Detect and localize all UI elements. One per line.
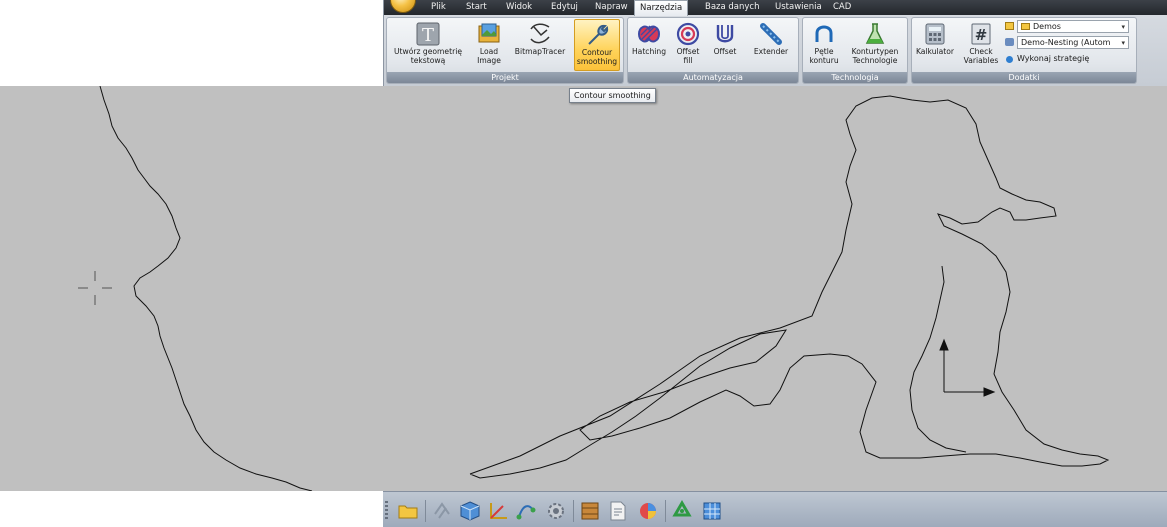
silhouette-contour (469, 95, 1110, 479)
tab-napraw[interactable]: Napraw (595, 0, 628, 15)
folder-dropdown[interactable]: Demos ▾ (1005, 20, 1129, 33)
run-strategy-button[interactable]: Wykonaj strategię (1005, 53, 1129, 66)
group-automatyzacja: Hatching Offset fill Offset Extender Aut… (627, 17, 799, 84)
tab-start[interactable]: Start (466, 0, 487, 15)
menu-bar: Plik Start Widok Edytuj Napraw Narzędzia… (384, 0, 1167, 16)
group-projekt: T Utwórz geometrię tekstową Load Image B… (386, 17, 624, 84)
drawing-canvas[interactable] (0, 86, 1167, 491)
offset-fill-button[interactable]: Offset fill (672, 19, 704, 71)
bitmap-tracer-button[interactable]: BitmapTracer (512, 19, 568, 71)
document-icon[interactable] (607, 500, 629, 522)
button-label: Load Image (477, 47, 501, 65)
folder-dropdown-value: Demos (1033, 22, 1061, 31)
svg-text:T: T (422, 25, 434, 46)
offset-fill-icon (676, 22, 700, 46)
group-dodatki: Kalkulator # Check Variables Demos ▾ Dem… (911, 17, 1137, 84)
button-label: BitmapTracer (514, 47, 566, 56)
film-icon[interactable] (579, 500, 601, 522)
button-label: Hatching (631, 47, 667, 56)
toolbar-grip[interactable] (385, 501, 388, 521)
run-strategy-label: Wykonaj strategię (1017, 54, 1090, 63)
axes-indicator (939, 338, 996, 397)
svg-text:#: # (975, 26, 988, 44)
chevron-down-icon: ▾ (1121, 23, 1125, 31)
hatching-button[interactable]: Hatching (631, 19, 667, 71)
run-icon (1006, 56, 1013, 63)
folder-icon (1005, 22, 1014, 30)
group-technologia: Pętle konturu Konturtypen Technologie Te… (802, 17, 908, 84)
folder-icon[interactable] (397, 500, 419, 522)
button-label: Utwórz geometrię tekstową (393, 47, 462, 65)
gear-icon[interactable] (545, 500, 567, 522)
create-text-geometry-button[interactable]: T Utwórz geometrię tekstową (390, 19, 466, 71)
tab-ustawienia[interactable]: Ustawienia (775, 0, 822, 15)
tab-baza-danych[interactable]: Baza danych (705, 0, 760, 15)
crosshair-cursor (78, 271, 112, 305)
extender-button[interactable]: Extender (748, 19, 794, 71)
tab-edytuj[interactable]: Edytuj (551, 0, 578, 15)
contour-loop-icon (815, 25, 833, 42)
toolbar-separator (665, 500, 666, 522)
button-label: Kalkulator (915, 47, 955, 56)
ribbon: Plik Start Widok Edytuj Napraw Narzędzia… (383, 0, 1167, 86)
group-label: Automatyzacja (628, 72, 798, 83)
cube-icon[interactable] (459, 500, 481, 522)
tab-cad[interactable]: CAD (833, 0, 851, 15)
button-label: Konturtypen Technologie (851, 47, 899, 65)
recycle-icon[interactable] (671, 500, 693, 522)
button-label: Offset fill (676, 47, 700, 65)
flask-icon (865, 23, 885, 44)
contour-type-technology-button[interactable]: Konturtypen Technologie (845, 19, 905, 71)
strategy-icon (1005, 38, 1014, 46)
offset-icon (716, 25, 734, 43)
arm-contour (909, 265, 967, 453)
button-label: Extender (753, 47, 789, 56)
strategy-dropdown[interactable]: Demo-Nesting (Autom ▾ (1005, 36, 1129, 49)
contour-loops-button[interactable]: Pętle konturu (805, 19, 843, 71)
profile-contour (99, 86, 313, 491)
hatching-icon (637, 25, 661, 43)
bottom-toolbar (383, 491, 1167, 527)
calculator-icon (925, 23, 945, 45)
tab-narzedzia[interactable]: Narzędzia (634, 0, 689, 16)
tooltip: Contour smoothing (569, 88, 656, 103)
wrench-icon (588, 24, 609, 45)
chevron-down-icon: ▾ (1121, 39, 1125, 47)
calculator-button[interactable]: Kalkulator (914, 19, 956, 71)
extender-icon (760, 23, 782, 45)
contour-drawing (78, 86, 1110, 491)
tab-plik[interactable]: Plik (431, 0, 446, 15)
grid-icon[interactable] (701, 500, 723, 522)
group-label: Dodatki (912, 72, 1136, 83)
button-label: Check Variables (963, 47, 999, 65)
paint-icon[interactable] (637, 500, 659, 522)
button-label: Contour smoothing (576, 48, 618, 66)
toolbar-separator (573, 500, 574, 522)
app-menu-button[interactable] (390, 0, 416, 13)
load-image-button[interactable]: Load Image (472, 19, 506, 71)
button-label: Pętle konturu (809, 47, 839, 65)
folder-open-icon (1021, 23, 1030, 30)
layers-icon[interactable] (431, 500, 453, 522)
button-label: Offset (713, 47, 737, 56)
bitmap-tracer-icon (530, 23, 550, 44)
contour-smoothing-button[interactable]: Contour smoothing (574, 19, 620, 71)
text-geometry-icon: T (416, 22, 440, 46)
ribbon-tools: T Utwórz geometrię tekstową Load Image B… (384, 15, 1167, 85)
group-label: Projekt (387, 72, 623, 83)
strategy-dropdown-value: Demo-Nesting (Autom (1021, 38, 1111, 47)
hash-icon: # (971, 23, 991, 45)
node-edit-icon[interactable] (515, 500, 537, 522)
axes-icon[interactable] (487, 500, 509, 522)
check-variables-button[interactable]: # Check Variables (960, 19, 1002, 71)
load-image-icon (478, 23, 500, 43)
offset-button[interactable]: Offset (708, 19, 742, 71)
group-label: Technologia (803, 72, 907, 83)
toolbar-separator (425, 500, 426, 522)
tab-widok[interactable]: Widok (506, 0, 532, 15)
